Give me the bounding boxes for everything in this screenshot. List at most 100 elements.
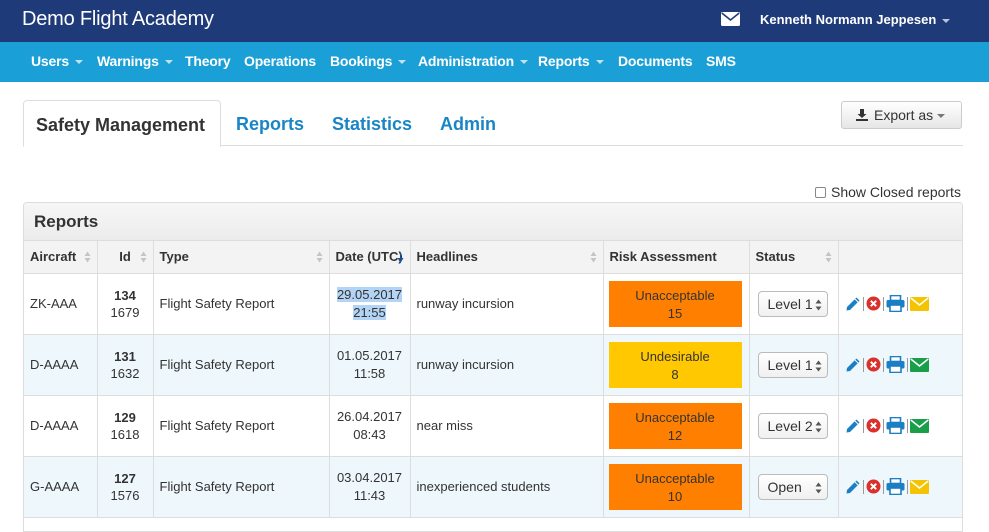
select-arrows-icon — [815, 360, 821, 371]
tab-admin[interactable]: Admin — [440, 100, 496, 146]
tab-reports[interactable]: Reports — [236, 100, 304, 146]
report-sub-id: 1632 — [110, 365, 140, 381]
divider — [906, 418, 908, 433]
risk-cell: Unacceptable 10 — [603, 456, 750, 518]
envelope-icon[interactable] — [909, 418, 929, 433]
printer-icon[interactable] — [886, 356, 905, 374]
status-value: Level 1 — [767, 295, 813, 312]
nav-item-sms[interactable]: SMS — [706, 53, 736, 69]
column-header-status[interactable]: Status — [749, 241, 839, 274]
printer-icon[interactable] — [886, 478, 905, 496]
table-row[interactable]: ZK-AAA 134 1679 Flight Safety Report 29.05.2… — [24, 273, 962, 335]
reports-table: Aircraft Id Type Date (UTC) Headlines Risk As… — [24, 241, 962, 518]
pencil-icon[interactable] — [845, 418, 861, 434]
column-header-aircraft[interactable]: Aircraft — [24, 241, 98, 274]
tab-statistics[interactable]: Statistics — [332, 100, 412, 146]
remove-circle-icon[interactable] — [866, 357, 881, 372]
status-value: Level 2 — [767, 417, 813, 434]
envelope-icon[interactable] — [909, 479, 929, 494]
status-select[interactable]: Level 1 — [757, 290, 828, 317]
nav-item-bookings[interactable]: Bookings — [330, 53, 407, 69]
table-row[interactable]: D-AAAA 131 1632 Flight Safety Report 01.05.2… — [24, 334, 962, 396]
printer-icon[interactable] — [886, 417, 905, 435]
status-cell: Level 1 — [749, 273, 839, 335]
export-button[interactable]: Export as — [841, 101, 962, 129]
envelope-icon[interactable] — [721, 12, 740, 26]
nav-item-label: SMS — [706, 53, 736, 69]
column-header-risk-assessment[interactable]: Risk Assessment — [603, 241, 750, 274]
id-cell: 129 1618 — [97, 395, 154, 457]
pencil-icon[interactable] — [845, 479, 861, 495]
printer-icon[interactable] — [886, 295, 905, 313]
aircraft-cell: G-AAAA — [24, 456, 98, 518]
id-cell: 134 1679 — [97, 273, 154, 335]
status-select[interactable]: Level 1 — [757, 351, 828, 378]
column-header-id[interactable]: Id — [97, 241, 154, 274]
column-header-label: Risk Assessment — [609, 249, 717, 265]
main-nav: Users Warnings Theory Operations Bookings Adm… — [0, 42, 989, 82]
headline-cell: inexperienced students — [410, 456, 604, 518]
report-date: 01.05.2017 — [336, 347, 403, 363]
pencil-icon[interactable] — [845, 296, 861, 312]
remove-circle-icon[interactable] — [866, 296, 881, 311]
nav-item-theory[interactable]: Theory — [185, 53, 231, 69]
aircraft-cell: D-AAAA — [24, 395, 98, 457]
sort-desc-icon[interactable] — [397, 251, 404, 263]
divider — [882, 296, 884, 311]
report-date: 26.04.2017 — [336, 408, 403, 424]
nav-item-reports[interactable]: Reports — [538, 53, 604, 69]
nav-item-documents[interactable]: Documents — [618, 53, 693, 69]
tab-safety-management[interactable]: Safety Management — [23, 100, 221, 147]
chevron-down-icon — [937, 114, 946, 119]
report-id: 131 — [114, 348, 136, 364]
app-title[interactable]: Demo Flight Academy — [22, 8, 214, 31]
status-select[interactable]: Open — [757, 473, 828, 500]
user-menu[interactable]: Kenneth Normann Jeppesen — [760, 12, 951, 27]
headline-cell: runway incursion — [410, 273, 604, 335]
nav-item-label: Theory — [185, 53, 231, 69]
show-closed-toggle[interactable]: Show Closed reports — [815, 184, 961, 200]
nav-item-users[interactable]: Users — [31, 53, 83, 69]
status-cell: Open — [749, 456, 839, 518]
envelope-icon[interactable] — [909, 296, 929, 311]
remove-circle-icon[interactable] — [866, 418, 881, 433]
sort-icon[interactable] — [825, 251, 832, 263]
column-header-actions — [838, 241, 962, 274]
top-bar: Demo Flight Academy Kenneth Normann Jepp… — [0, 0, 989, 42]
status-select[interactable]: Level 2 — [757, 412, 828, 439]
risk-badge: Unacceptable 12 — [608, 402, 742, 449]
date-cell: 26.04.2017 08:43 — [329, 395, 411, 457]
report-sub-id: 1576 — [110, 487, 140, 503]
column-header-label: Status — [755, 249, 796, 265]
sort-icon[interactable] — [316, 251, 323, 263]
chevron-down-icon — [519, 60, 528, 65]
chevron-down-icon — [164, 60, 173, 65]
column-header-type[interactable]: Type — [153, 241, 330, 274]
table-row[interactable]: D-AAAA 129 1618 Flight Safety Report 26.04.2… — [24, 395, 962, 457]
sort-icon[interactable] — [84, 251, 91, 263]
risk-label: Unacceptable — [635, 287, 715, 303]
report-id: 129 — [114, 409, 136, 425]
sort-icon[interactable] — [590, 251, 597, 263]
remove-circle-icon[interactable] — [866, 479, 881, 494]
pencil-icon[interactable] — [845, 357, 861, 373]
envelope-icon[interactable] — [909, 357, 929, 372]
column-header-label: Headlines — [416, 249, 478, 265]
column-header-date-utc[interactable]: Date (UTC) — [329, 241, 411, 274]
nav-item-administration[interactable]: Administration — [418, 53, 528, 69]
show-closed-checkbox[interactable] — [815, 187, 826, 198]
nav-item-label: Reports — [538, 53, 590, 69]
status-cell: Level 1 — [749, 334, 839, 396]
actions-cell — [838, 395, 962, 457]
column-header-headlines[interactable]: Headlines — [410, 241, 604, 274]
column-header-label: Type — [159, 249, 189, 265]
risk-cell: Undesirable 8 — [603, 334, 750, 396]
table-row[interactable]: G-AAAA 127 1576 Flight Safety Report 03.04.2… — [24, 456, 962, 518]
nav-item-warnings[interactable]: Warnings — [97, 53, 173, 69]
nav-item-operations[interactable]: Operations — [244, 53, 316, 69]
sort-icon[interactable] — [140, 251, 147, 263]
divider — [862, 357, 864, 372]
risk-score: 10 — [667, 488, 683, 504]
report-id: 134 — [114, 287, 136, 303]
user-name: Kenneth Normann Jeppesen — [760, 12, 937, 27]
